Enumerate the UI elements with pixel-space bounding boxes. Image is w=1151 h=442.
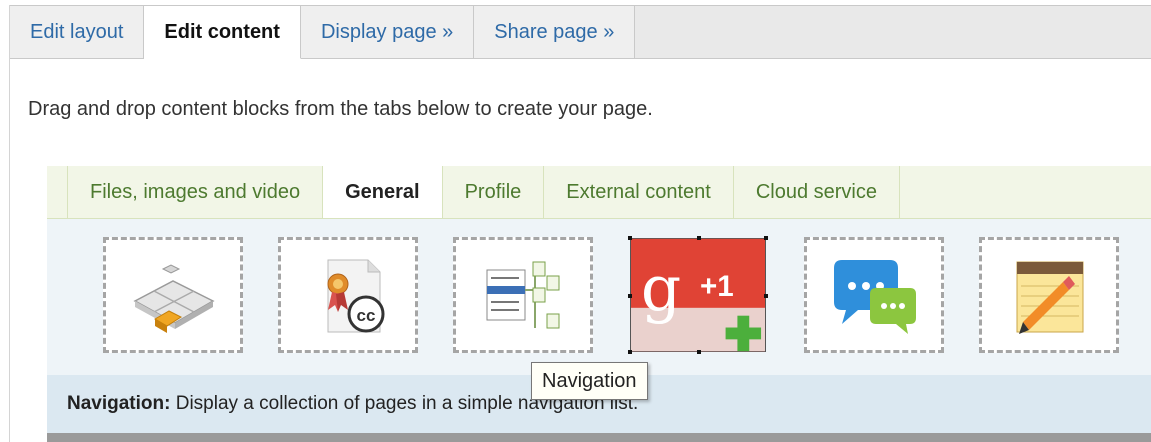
cc-glyph: cc — [357, 306, 376, 325]
tab-files-images-video-label: Files, images and video — [90, 180, 301, 203]
comments-icon — [834, 260, 916, 334]
tab-general[interactable]: General — [322, 166, 442, 218]
tab-edit-content-label: Edit content — [164, 20, 280, 43]
notepad-pencil-icon — [1016, 261, 1084, 334]
tab-share-page[interactable]: Share page » — [474, 6, 636, 58]
instructions-text: Drag and drop content blocks from the ta… — [28, 98, 653, 120]
google-g-glyph: g — [641, 251, 681, 325]
block-comments[interactable] — [804, 237, 944, 353]
tab-profile-label: Profile — [464, 180, 522, 203]
tab-profile[interactable]: Profile — [441, 166, 544, 218]
block-navigation[interactable] — [453, 237, 593, 353]
resize-handle — [628, 236, 632, 240]
page-edit-tabs: Edit layout Edit content Display page » … — [10, 5, 1151, 59]
tab-files-images-video[interactable]: Files, images and video — [67, 166, 322, 218]
tooltip: Navigation — [531, 362, 648, 400]
resize-handle — [628, 350, 632, 354]
puzzle-pieces-icon — [133, 264, 215, 333]
tab-general-label: General — [345, 180, 420, 203]
tab-edit-layout[interactable]: Edit layout — [10, 6, 145, 58]
resize-handle — [764, 294, 768, 298]
resize-handle — [697, 236, 701, 240]
tab-external-content[interactable]: External content — [543, 166, 733, 218]
block-category-tabs: Files, images and video General Profile … — [47, 166, 1151, 219]
tab-display-page[interactable]: Display page » — [300, 6, 475, 58]
content-panel-border — [9, 5, 10, 442]
creative-commons-license-icon: cc — [327, 259, 385, 333]
content-blocks-area: cc g +1 — [47, 219, 1151, 375]
block-google-plus-one[interactable]: g +1 — [628, 236, 768, 354]
tab-cloud-service-label: Cloud service — [755, 180, 877, 203]
tab-display-page-label: Display page » — [320, 20, 454, 43]
description-title: Navigation: — [67, 393, 171, 414]
resize-handle — [628, 294, 632, 298]
tab-share-page-label: Share page » — [494, 20, 615, 43]
resize-handle — [764, 236, 768, 240]
navigation-list-icon — [486, 261, 560, 329]
block-puzzle[interactable] — [103, 237, 243, 353]
plus-one-glyph: +1 — [700, 270, 734, 303]
block-notepad[interactable] — [979, 237, 1119, 353]
resize-handle — [697, 350, 701, 354]
block-creative-commons[interactable]: cc — [278, 237, 418, 353]
footer-bar — [47, 433, 1151, 442]
google-plus-one-icon: g +1 — [631, 238, 765, 352]
tab-edit-content[interactable]: Edit content — [144, 6, 301, 59]
tab-cloud-service[interactable]: Cloud service — [732, 166, 900, 218]
tab-edit-layout-label: Edit layout — [30, 20, 124, 43]
tab-external-content-label: External content — [566, 180, 711, 203]
